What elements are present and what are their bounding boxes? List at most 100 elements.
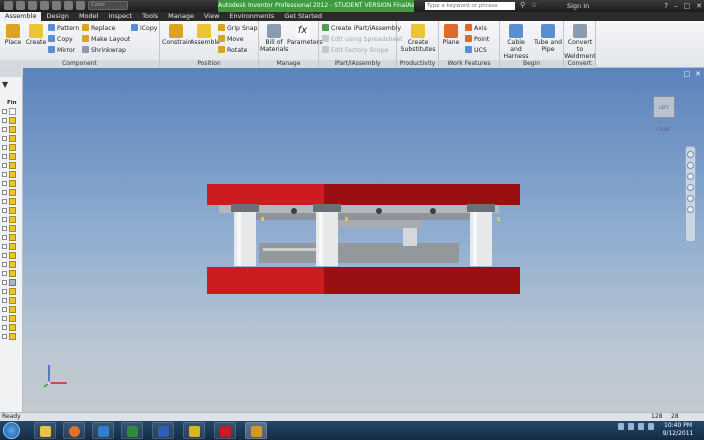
redo-icon[interactable] xyxy=(64,1,73,10)
tab-assemble[interactable]: Assemble xyxy=(0,12,42,21)
close-icon[interactable]: ✕ xyxy=(696,0,702,12)
return-icon[interactable] xyxy=(76,1,85,10)
place-button[interactable]: Place xyxy=(3,24,23,46)
tab-view[interactable]: View xyxy=(199,12,224,21)
parameters-button[interactable]: fx Parameters xyxy=(287,24,322,46)
sign-in-link[interactable]: Sign In xyxy=(567,0,589,12)
app-menu-icon[interactable] xyxy=(4,1,13,10)
assembly-name[interactable]: Fin xyxy=(7,100,17,106)
maximize-icon[interactable]: □ xyxy=(684,0,691,12)
graphics-window[interactable]: □ ✕ LEFT FRONT xyxy=(23,68,704,412)
expand-icon[interactable] xyxy=(2,163,7,168)
expand-icon[interactable] xyxy=(2,226,7,231)
browser-tree-item[interactable] xyxy=(2,315,22,323)
expand-icon[interactable] xyxy=(2,289,7,294)
orbit-icon[interactable] xyxy=(687,184,694,191)
make-layout-button[interactable]: Make Layout xyxy=(82,35,130,44)
manage-panel-label[interactable]: Manage xyxy=(259,60,318,68)
tab-environments[interactable]: Environments xyxy=(224,12,279,21)
browser-tree-item[interactable] xyxy=(2,171,22,179)
taskbar-file-explorer[interactable] xyxy=(34,422,56,439)
help-search-input[interactable]: Type a keyword or phrase xyxy=(425,2,515,10)
edit-spreadsheet-button[interactable]: Edit using Spreadsheet xyxy=(322,35,403,44)
browser-tree-item[interactable] xyxy=(2,243,22,251)
new-icon[interactable] xyxy=(16,1,25,10)
expand-icon[interactable] xyxy=(2,208,7,213)
tab-design[interactable]: Design xyxy=(41,12,73,21)
expand-icon[interactable] xyxy=(2,271,7,276)
search-icon[interactable]: ⚲ xyxy=(520,1,525,9)
color-dropdown[interactable]: Color xyxy=(88,1,128,10)
power-icon[interactable] xyxy=(648,423,654,430)
ucs-button[interactable]: UCS xyxy=(465,46,487,55)
browser-tree-item[interactable] xyxy=(2,279,22,287)
work-features-panel-label[interactable]: Work Features xyxy=(439,60,499,68)
browser-tree-item[interactable] xyxy=(2,153,22,161)
minimize-icon[interactable]: – xyxy=(674,0,678,12)
start-orb-icon[interactable] xyxy=(3,422,20,439)
expand-icon[interactable] xyxy=(2,262,7,267)
axis-button[interactable]: Axis xyxy=(465,24,487,33)
point-button[interactable]: Point xyxy=(465,35,489,44)
browser-tree-item[interactable] xyxy=(2,261,22,269)
expand-icon[interactable] xyxy=(2,190,7,195)
expand-icon[interactable] xyxy=(2,217,7,222)
expand-icon[interactable] xyxy=(2,136,7,141)
open-icon[interactable] xyxy=(28,1,37,10)
volume-icon[interactable] xyxy=(638,423,644,430)
die-set-assembly[interactable] xyxy=(23,68,704,412)
ipart-panel-label[interactable]: iPart/iAssembly xyxy=(319,60,396,68)
mirror-button[interactable]: Mirror xyxy=(48,46,75,55)
browser-tree-item[interactable] xyxy=(2,198,22,206)
browser-tree-item[interactable] xyxy=(2,162,22,170)
browser-tree-item[interactable] xyxy=(2,144,22,152)
expand-icon[interactable] xyxy=(2,325,7,330)
browser-tree-item[interactable] xyxy=(2,108,22,116)
tab-model[interactable]: Model xyxy=(74,12,104,21)
tube-pipe-button[interactable]: Tube and Pipe xyxy=(533,24,563,53)
browser-tree-item[interactable] xyxy=(2,225,22,233)
bill-of-materials-button[interactable]: Bill of Materials xyxy=(260,24,288,53)
expand-icon[interactable] xyxy=(2,280,7,285)
expand-icon[interactable] xyxy=(2,334,7,339)
browser-tree-item[interactable] xyxy=(2,306,22,314)
help-icon[interactable]: ? xyxy=(664,0,668,12)
pattern-button[interactable]: Pattern xyxy=(48,24,79,33)
taskbar-inventor[interactable] xyxy=(245,422,267,439)
constrain-button[interactable]: Constrain xyxy=(162,24,192,46)
move-button[interactable]: Move xyxy=(218,35,244,44)
taskbar-media[interactable] xyxy=(92,422,114,439)
expand-icon[interactable] xyxy=(2,181,7,186)
browser-tree-item[interactable] xyxy=(2,270,22,278)
taskbar-word[interactable] xyxy=(152,422,174,439)
browser-tree-item[interactable] xyxy=(2,324,22,332)
browser-tree-item[interactable] xyxy=(2,288,22,296)
productivity-panel-label[interactable]: Productivity xyxy=(397,60,438,68)
expand-icon[interactable] xyxy=(2,298,7,303)
browser-tree-item[interactable] xyxy=(2,216,22,224)
expand-icon[interactable] xyxy=(2,199,7,204)
clock[interactable]: 10:40 PM 9/12/2011 xyxy=(660,422,696,438)
steering-wheel-icon[interactable] xyxy=(687,151,694,158)
expand-icon[interactable] xyxy=(2,307,7,312)
undo-icon[interactable] xyxy=(52,1,61,10)
browser-tree-item[interactable] xyxy=(2,207,22,215)
expand-icon[interactable] xyxy=(2,109,7,114)
create-button[interactable]: Create xyxy=(25,24,47,46)
browser-tree-item[interactable] xyxy=(2,297,22,305)
convert-panel-label[interactable]: Convert xyxy=(564,60,595,68)
create-substitutes-button[interactable]: Create Substitutes xyxy=(399,24,437,53)
filter-icon[interactable]: ▼ xyxy=(2,80,8,89)
browser-tree-item[interactable] xyxy=(2,126,22,134)
tab-manage[interactable]: Manage xyxy=(163,12,199,21)
star-icon[interactable]: ☆ xyxy=(531,1,537,9)
taskbar-acrobat[interactable] xyxy=(214,422,236,439)
tray-arrow-icon[interactable] xyxy=(618,423,624,430)
position-panel-label[interactable]: Position xyxy=(160,60,258,68)
tab-tools[interactable]: Tools xyxy=(137,12,163,21)
grip-snap-button[interactable]: Grip Snap xyxy=(218,24,258,33)
expand-icon[interactable] xyxy=(2,235,7,240)
begin-panel-label[interactable]: Begin xyxy=(500,60,563,68)
save-icon[interactable] xyxy=(40,1,49,10)
zoom-icon[interactable] xyxy=(687,173,694,180)
